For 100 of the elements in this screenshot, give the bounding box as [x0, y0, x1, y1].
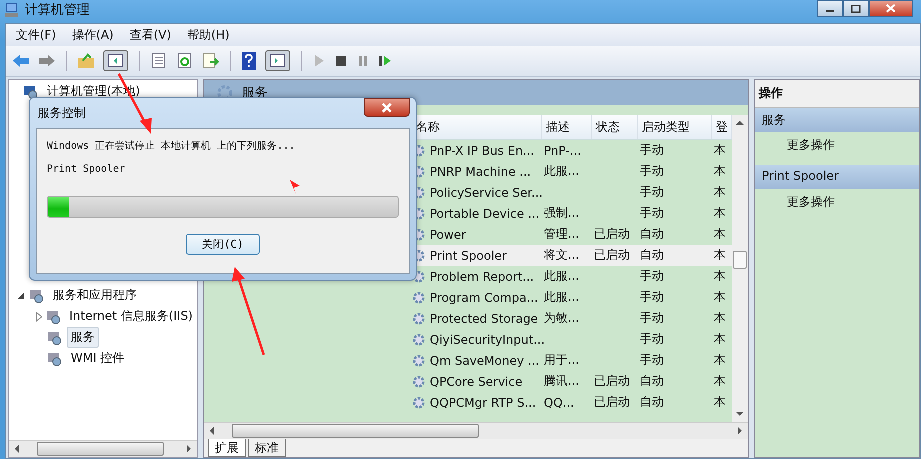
table-cell: 手动: [640, 269, 664, 283]
table-row[interactable]: QQPCMgr RTP S... QQ... 已启动 自动 本: [412, 392, 732, 413]
pane-title: 操作: [755, 80, 919, 108]
maximize-button[interactable]: [843, 0, 869, 17]
table-cell: PnP-...: [544, 144, 582, 158]
table-cell: 此服...: [544, 164, 580, 178]
back-icon[interactable]: [12, 53, 30, 69]
table-cell: 本: [714, 353, 726, 367]
table-cell: 手动: [640, 143, 664, 157]
table-cell: 手动: [640, 164, 664, 178]
table-cell: 此服...: [544, 269, 580, 283]
table-cell: QQ...: [544, 396, 574, 410]
table-cell: 将文...: [544, 248, 580, 262]
pause-icon[interactable]: [356, 53, 370, 69]
table-cell: 本: [714, 332, 726, 346]
status-message: Windows 正在尝试停止 本地计算机 上的下列服务...: [47, 140, 296, 154]
folder-up-icon[interactable]: [77, 53, 95, 69]
close-button[interactable]: [364, 98, 410, 117]
table-row[interactable]: Qm SaveMoney ... 用于... 手动 本: [412, 350, 732, 371]
close-dialog-button[interactable]: 关闭(C): [186, 234, 260, 255]
column-header[interactable]: 描述: [542, 115, 592, 139]
scroll-left-icon[interactable]: [208, 426, 216, 436]
action-link[interactable]: 更多操作: [787, 138, 835, 152]
table-cell: 已启动: [594, 248, 630, 262]
scroll-left-icon[interactable]: [13, 444, 21, 454]
table-cell: 本: [714, 206, 726, 220]
maximize-icon: [851, 4, 861, 12]
action-pane-icon[interactable]: [265, 50, 291, 72]
tree-item[interactable]: WMI 控件: [67, 348, 129, 369]
scroll-up-icon[interactable]: [735, 119, 745, 127]
table-cell: 用于...: [544, 353, 580, 367]
view-tab[interactable]: 标准: [248, 439, 286, 457]
table-cell: 本: [714, 185, 726, 199]
table-cell: 手动: [640, 185, 664, 199]
stop-icon[interactable]: [334, 53, 348, 69]
table-cell: 自动: [640, 227, 664, 241]
table-cell: 本: [714, 143, 726, 157]
scroll-down-icon[interactable]: [735, 410, 745, 418]
help-icon[interactable]: [241, 51, 257, 71]
tree-item[interactable]: 服务和应用程序: [49, 285, 141, 306]
dialog-title: 服务控制: [37, 104, 86, 122]
scroll-right-icon[interactable]: [736, 426, 744, 436]
table-row[interactable]: Protected Storage 为敏... 手动 本: [412, 308, 732, 329]
section-header[interactable]: Print Spooler: [755, 165, 919, 189]
table-row[interactable]: QiyiSecurityInput... 手动 本: [412, 329, 732, 350]
close-button[interactable]: [869, 0, 913, 17]
table-cell: Qm SaveMoney ...: [430, 354, 540, 368]
scroll-right-icon[interactable]: [185, 444, 193, 454]
table-cell: PNRP Machine ...: [430, 164, 532, 178]
table-cell: 为敏...: [544, 311, 580, 325]
table-cell: 本: [714, 374, 726, 388]
column-header[interactable]: 启动类型: [638, 115, 712, 139]
table-row[interactable]: Program Compa... 此服... 手动 本: [412, 287, 732, 308]
close-icon: [381, 102, 393, 112]
table-cell: 手动: [640, 206, 664, 220]
table-cell: 本: [714, 290, 726, 304]
restart-icon[interactable]: [378, 53, 392, 69]
column-header[interactable]: 状态: [592, 115, 638, 139]
console-tree-icon[interactable]: [103, 50, 129, 72]
action-link[interactable]: 更多操作: [787, 195, 835, 209]
table-cell: 手动: [640, 311, 664, 325]
table-cell: 本: [714, 269, 726, 283]
table-cell: 强制...: [544, 206, 580, 220]
table-cell: 本: [714, 311, 726, 325]
table-cell: QiyiSecurityInput...: [430, 332, 546, 346]
menu-item[interactable]: 帮助(H): [187, 26, 230, 44]
table-row[interactable]: QPCore Service 腾讯... 已启动 自动 本: [412, 371, 732, 392]
menu-item[interactable]: 文件(F): [16, 26, 56, 44]
table-cell: Portable Device ...: [430, 206, 540, 220]
computer-icon: [4, 2, 20, 18]
service-name: Print Spooler: [47, 164, 126, 177]
table-cell: Program Compa...: [430, 290, 538, 304]
scrollbar-thumb[interactable]: [37, 442, 164, 456]
view-tab[interactable]: 扩展: [208, 439, 246, 457]
table-cell: 本: [714, 248, 726, 262]
table-cell: PolicyService Ser...: [430, 186, 543, 200]
export-icon[interactable]: [202, 52, 220, 70]
tree-item[interactable]: Internet 信息服务(IIS): [65, 306, 197, 327]
menu-item[interactable]: 操作(A): [72, 26, 114, 44]
table-cell: Protected Storage: [430, 312, 538, 326]
table-cell: 手动: [640, 353, 664, 367]
tree-item[interactable]: 服务: [67, 327, 99, 348]
refresh-icon[interactable]: [176, 52, 194, 70]
table-cell: Print Spooler: [430, 248, 507, 262]
menu-item[interactable]: 查看(V): [130, 26, 172, 44]
scrollbar-thumb[interactable]: [232, 424, 479, 438]
table-cell: 此服...: [544, 290, 580, 304]
forward-icon[interactable]: [38, 53, 56, 69]
minimize-button[interactable]: [817, 0, 843, 17]
table-cell: Power: [430, 228, 466, 242]
expand-arrow-icon[interactable]: [35, 312, 42, 322]
table-cell: 自动: [640, 374, 664, 388]
table-cell: QPCore Service: [430, 374, 523, 388]
close-icon: [886, 4, 896, 13]
table-cell: Problem Report...: [430, 270, 534, 284]
collapse-arrow-icon[interactable]: [17, 292, 25, 300]
table-cell: 本: [714, 227, 726, 241]
properties-icon[interactable]: [150, 52, 168, 70]
section-header[interactable]: 服务: [755, 108, 919, 132]
scrollbar-thumb[interactable]: [733, 251, 747, 269]
